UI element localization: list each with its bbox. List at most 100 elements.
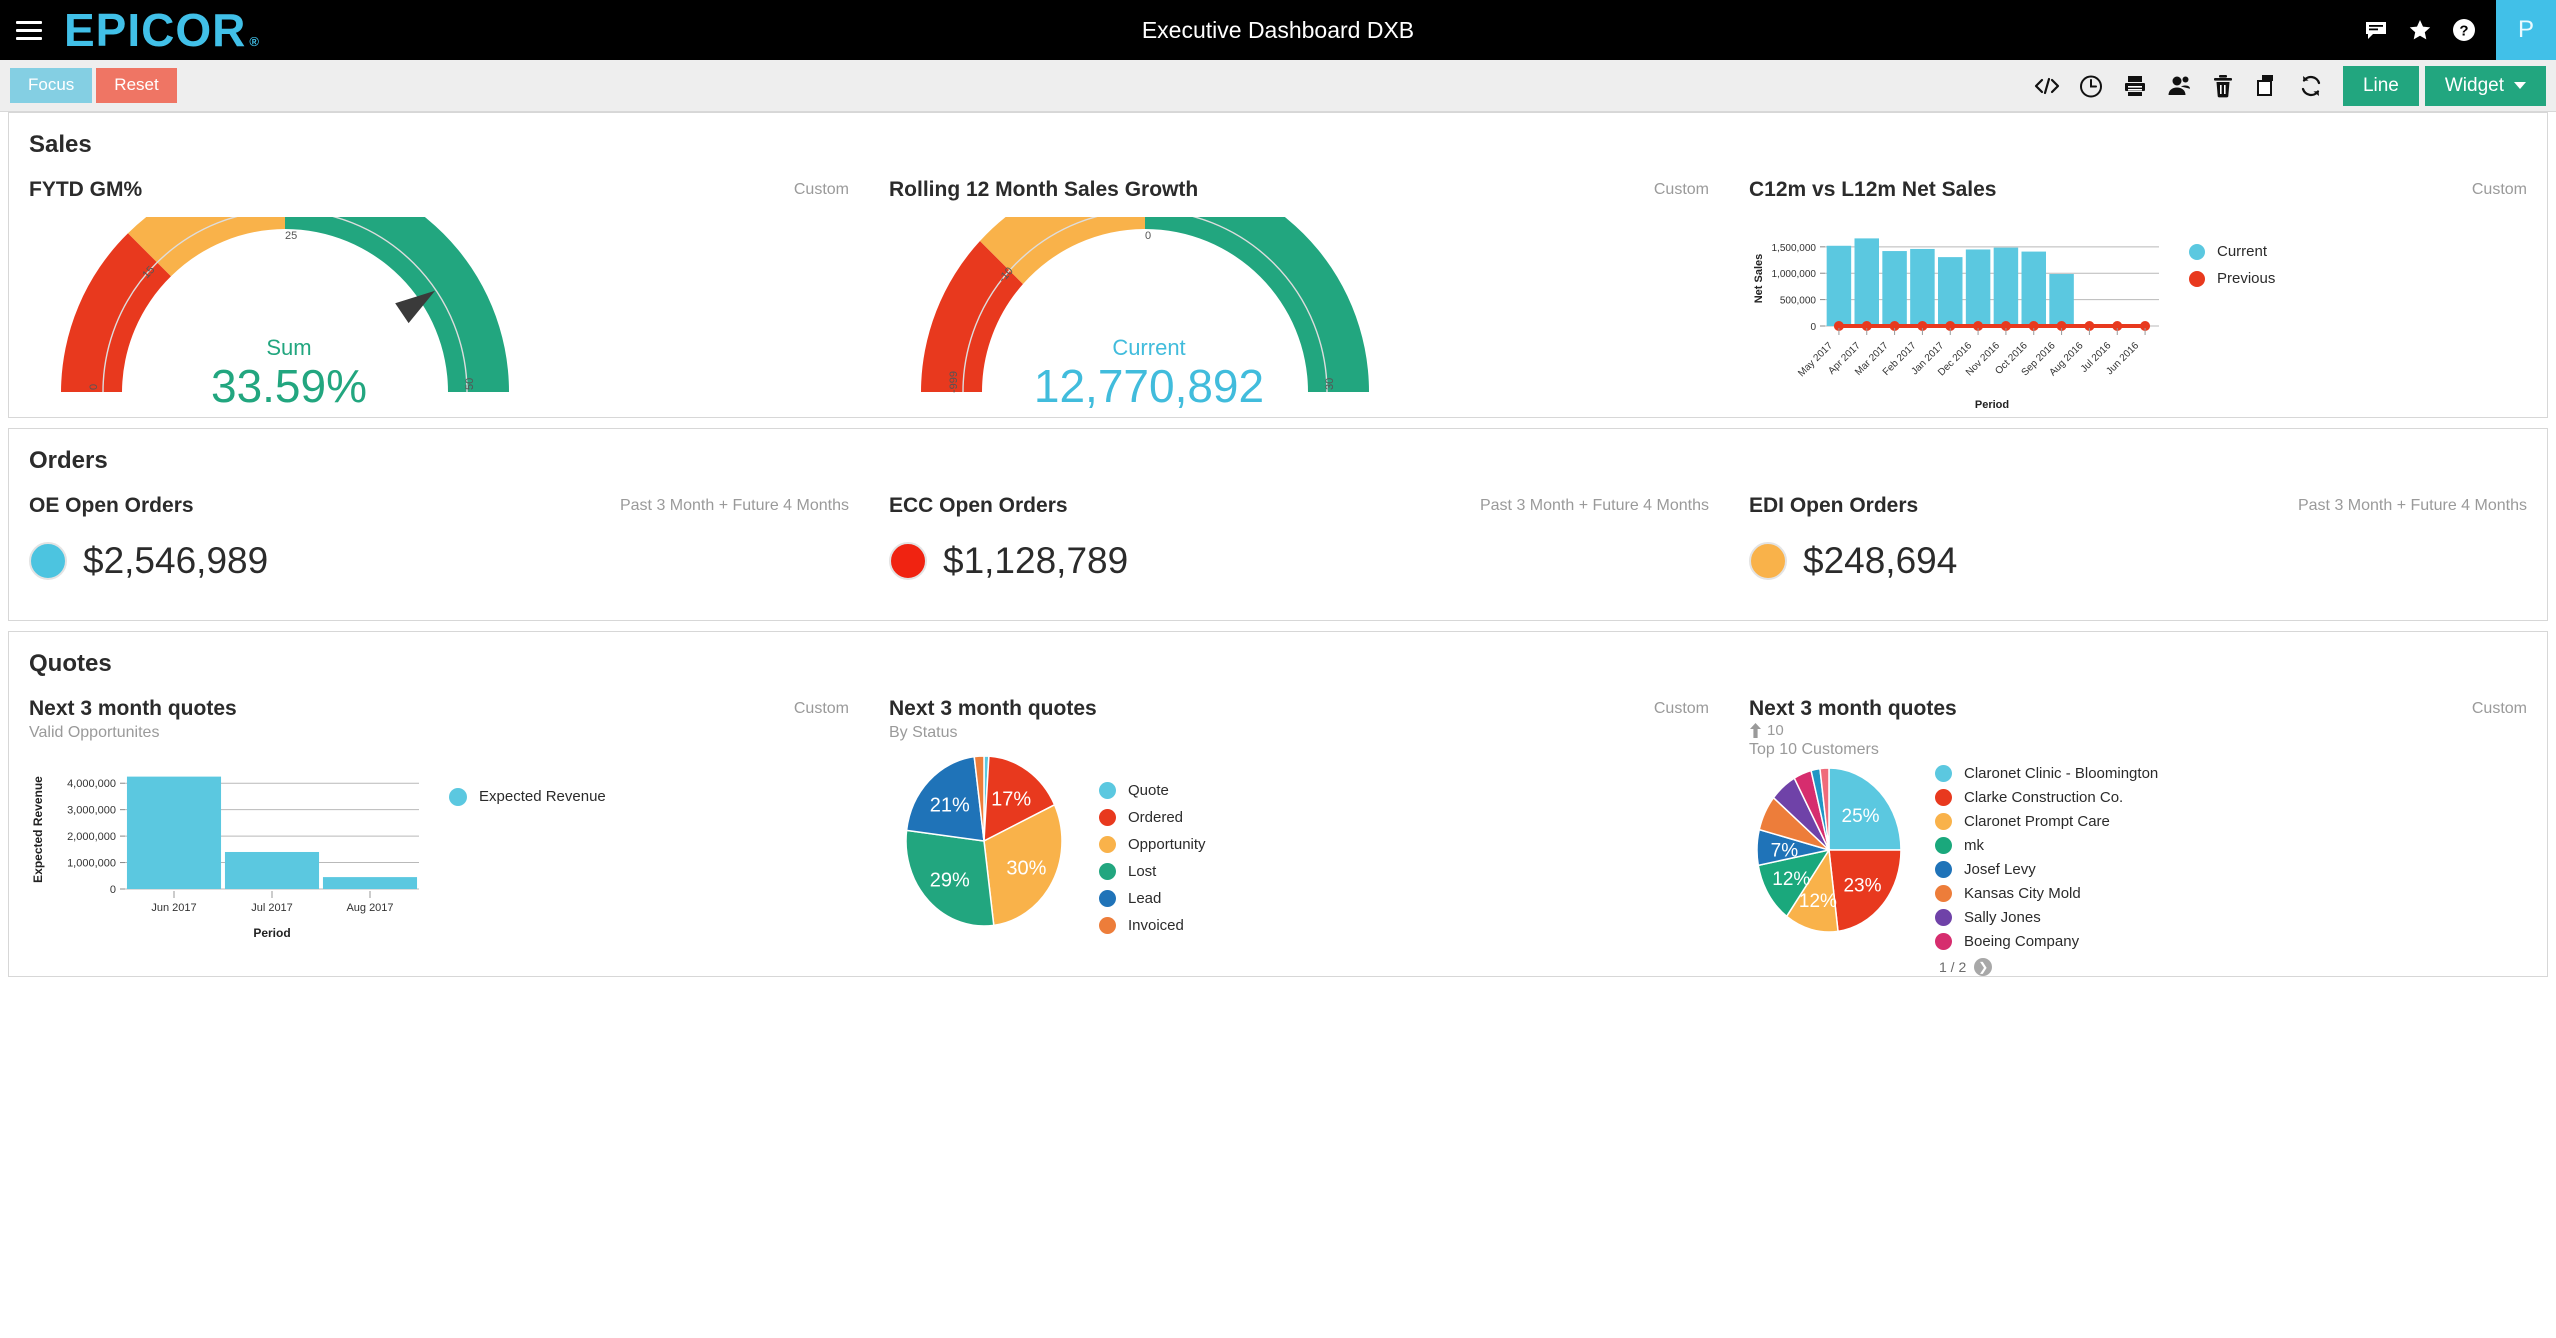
status-dot [889,541,927,580]
svg-text:17%: 17% [991,788,1031,810]
toolbar-actions: Line Widget [2025,60,2556,111]
legend-item[interactable]: Lost [1099,862,1206,880]
legend-item[interactable]: Claronet Prompt Care [1935,812,2158,830]
legend-color-dot [1099,889,1116,907]
refresh-icon[interactable] [2289,60,2333,112]
svg-text:0: 0 [110,884,116,896]
widget-quote-bar: Next 3 month quotes Valid Opportunites C… [9,678,869,976]
svg-text:500,000: 500,000 [1780,296,1817,307]
bar [322,876,418,889]
widget-title-order: OE Open Orders [29,494,194,518]
legend-label: Invoiced [1128,916,1184,934]
legend-color-dot [1935,764,1952,782]
widget-subtitle-quote-bar: Valid Opportunites [29,723,160,741]
order-kpi[interactable]: $1,128,789 [889,540,1709,620]
legend-color-dot [1099,835,1116,853]
legend-item[interactable]: Invoiced [1099,916,1206,934]
svg-text:3,000,000: 3,000,000 [67,804,116,816]
order-kpi[interactable]: $248,694 [1749,540,2527,620]
svg-text:2,000,000: 2,000,000 [67,831,116,843]
legend-item[interactable]: Quote [1099,781,1206,799]
quote-status-pie-chart[interactable]: 17% 30% 29% 21% [899,754,1069,931]
legend-label: Lost [1128,862,1157,880]
star-icon[interactable] [2408,18,2432,42]
section-title-orders: Orders [29,447,108,475]
svg-text:4,000,000: 4,000,000 [67,778,116,790]
legend-item[interactable]: Boeing Company [1935,932,2158,950]
svg-text:30: 30 [1324,378,1336,390]
svg-text:0: 0 [1145,230,1151,242]
legend-color-dot [1099,781,1116,799]
quote-customers-pie-chart[interactable]: 25% 23% 12% 12% 7% [1749,765,1909,940]
legend-label: Claronet Clinic - Bloomington [1964,764,2159,782]
legend-color-dot [1099,862,1116,880]
focus-button[interactable]: Focus [10,68,93,103]
bar [224,851,320,889]
arrow-up-icon [1750,722,1761,738]
legend-item[interactable]: Claronet Clinic - Bloomington [1935,764,2159,782]
legend-color-dot [2189,243,2205,260]
clock-icon[interactable] [2069,60,2113,112]
widget-rolling-12m-growth: Rolling 12 Month Sales Growth Custom -99… [869,159,1729,571]
quote-customers-body: 25% 23% 12% 12% 7% Claronet Clinic - Bloomin… [1749,764,2527,976]
orders-widgets-row: OE Open Orders Past 3 Month + Future 4 Mo… [9,475,2547,619]
epicor-logo[interactable]: EPICOR ® [64,4,259,56]
widget-fytd-gm: FYTD GM% Custom 0 15 25 50 Sum 33.59% [9,159,869,417]
legend-item[interactable]: Lead [1099,889,1206,907]
legend-item[interactable]: Current [2189,243,2275,260]
net-sales-chart[interactable]: 0 500,000 1,000,000 1,500,000 May 2017 Apr 20… [1749,217,2169,417]
user-icon[interactable] [2157,60,2201,112]
reset-button[interactable]: Reset [96,68,177,103]
avatar[interactable]: P [2496,0,2556,60]
legend-item[interactable]: mk [1935,836,2158,854]
widget-badge-quote-customers: 10 [1749,722,1957,739]
quote-bar-chart[interactable]: 0 1,000,000 2,000,000 3,000,000 4,000,000 Jun… [29,756,429,946]
legend-item[interactable]: Clarke Construction Co. [1935,788,2158,806]
legend-label: Quote [1128,781,1169,799]
svg-text:21%: 21% [930,794,970,816]
chevron-right-icon[interactable]: ❯ [1974,957,1993,976]
sales-widgets-row: FYTD GM% Custom 0 15 25 50 Sum 33.59% Ro… [9,159,2547,571]
bar [1854,238,1879,327]
legend-item[interactable]: Sally Jones [1935,908,2158,926]
trash-icon[interactable] [2201,60,2245,112]
hamburger-icon[interactable] [16,20,42,40]
line-button[interactable]: Line [2342,65,2419,106]
legend-item[interactable]: Josef Levy [1935,860,2158,878]
svg-text:1,000,000: 1,000,000 [1772,269,1817,280]
logo-text: EPICOR [64,4,247,56]
legend-label: Opportunity [1128,835,1206,853]
legend-item[interactable]: Kansas City Mold [1935,884,2158,902]
legend-label: Clarke Construction Co. [1964,788,2124,806]
widget-dropdown-button[interactable]: Widget [2424,65,2546,106]
code-icon[interactable] [2025,60,2069,112]
print-icon[interactable] [2113,60,2157,112]
copy-icon[interactable] [2245,60,2289,112]
gauge-fytd-gm[interactable]: 0 15 25 50 Sum 33.59% [29,168,849,412]
help-icon[interactable]: ? [2452,18,2476,42]
legend-label: Expected Revenue [479,788,606,806]
legend-color-dot [2189,270,2205,287]
legend-color-dot [1935,884,1952,902]
chat-icon[interactable] [2364,18,2388,42]
gauge-rolling-growth[interactable]: -999 -10 0 30 Current 12,770,892 [889,168,1709,571]
bar [1910,249,1935,327]
svg-text:12%: 12% [1772,869,1810,890]
svg-text:7%: 7% [1771,840,1799,861]
legend-item[interactable]: Opportunity [1099,835,1206,853]
legend-label: mk [1964,836,1984,854]
legend-item[interactable]: Ordered [1099,808,1206,826]
svg-text:1,500,000: 1,500,000 [1772,243,1817,254]
legend-color-dot [1935,908,1952,926]
order-value: $248,694 [1803,539,1958,581]
header-actions: ? P [2364,0,2556,60]
svg-text:-999: -999 [948,371,960,393]
widget-title-order: EDI Open Orders [1749,494,1919,518]
legend-item[interactable]: Previous [2189,270,2275,287]
widget-meta-order: Past 3 Month + Future 4 Months [2297,497,2527,515]
order-kpi[interactable]: $2,546,989 [29,540,849,620]
svg-text:Jun 2017: Jun 2017 [151,902,196,914]
legend-item[interactable]: Expected Revenue [449,787,606,806]
section-title-quotes: Quotes [29,649,112,677]
svg-text:Period: Period [253,926,290,940]
